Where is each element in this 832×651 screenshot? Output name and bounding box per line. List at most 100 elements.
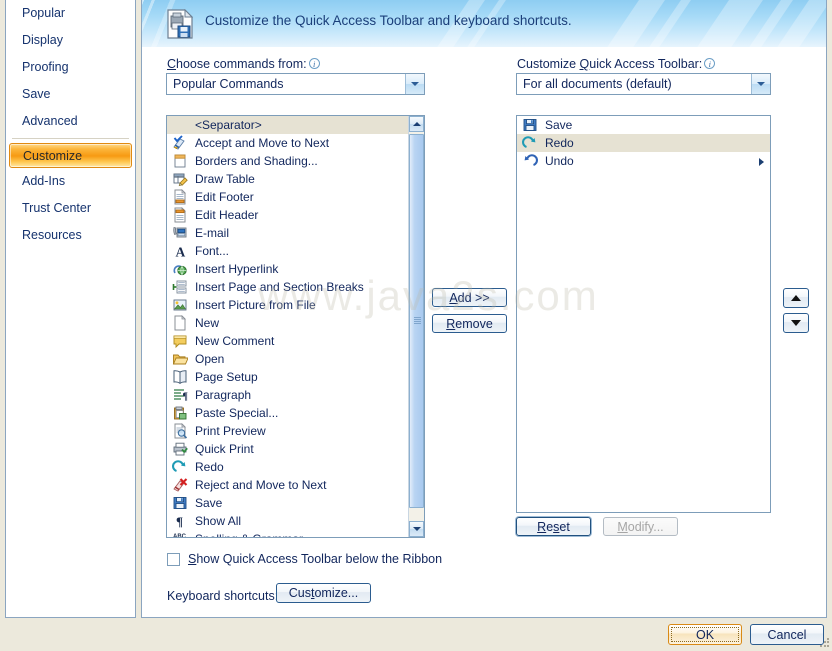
list-item-label: Print Preview — [195, 424, 266, 438]
list-item[interactable]: Redo — [517, 134, 770, 152]
quick-print-icon — [171, 441, 189, 457]
list-item-label: Paragraph — [195, 388, 252, 402]
list-item[interactable]: Quick Print — [167, 440, 424, 458]
list-item-label: Page Setup — [195, 370, 258, 384]
scroll-down-button[interactable] — [409, 521, 424, 537]
arrow-down-icon — [412, 527, 421, 531]
font-icon: A — [171, 243, 189, 260]
list-item[interactable]: Save — [167, 494, 424, 512]
scroll-up-button[interactable] — [409, 116, 424, 132]
list-item[interactable]: Insert Hyperlink — [167, 260, 424, 278]
redo-icon — [171, 459, 189, 475]
list-item[interactable]: Accept and Move to Next — [167, 134, 424, 152]
svg-text:A: A — [176, 245, 186, 260]
sidebar-item-resources[interactable]: Resources — [6, 222, 135, 249]
move-down-button[interactable] — [783, 313, 809, 333]
email-icon — [171, 225, 189, 241]
available-commands-listbox[interactable]: <Separator> Accept and Move to Next Border… — [166, 115, 425, 538]
list-item[interactable]: Undo — [517, 152, 770, 170]
chevron-down-icon[interactable] — [405, 74, 424, 94]
list-item[interactable]: Insert Picture from File — [167, 296, 424, 314]
picture-icon — [171, 297, 189, 313]
keyboard-customize-label: Customize... — [288, 586, 359, 600]
list-item[interactable]: Reject and Move to Next — [167, 476, 424, 494]
sidebar-item-customize[interactable]: Customize — [9, 143, 132, 168]
list-item[interactable]: Borders and Shading... — [167, 152, 424, 170]
sidebar-item-save[interactable]: Save — [6, 81, 135, 108]
list-item[interactable]: Save — [517, 116, 770, 134]
list-item[interactable]: <Separator> — [167, 116, 424, 134]
list-item-label: Insert Picture from File — [195, 298, 316, 312]
draw-table-icon — [171, 171, 189, 187]
sidebar-item-popular[interactable]: Popular — [6, 0, 135, 27]
commands-scrollbar[interactable] — [408, 116, 424, 537]
list-item[interactable]: ¶ Paragraph — [167, 386, 424, 404]
info-icon[interactable]: i — [308, 58, 320, 69]
cancel-button[interactable]: Cancel — [750, 624, 824, 645]
redo-icon — [521, 135, 539, 151]
sidebar-item-display[interactable]: Display — [6, 27, 135, 54]
draw-table-icon — [173, 173, 188, 187]
ok-button[interactable]: OK — [668, 624, 742, 645]
sidebar-item-label: Resources — [22, 228, 82, 242]
list-item[interactable]: Print Preview — [167, 422, 424, 440]
add-button[interactable]: Add >> — [432, 288, 507, 307]
remove-button[interactable]: Remove — [432, 314, 507, 333]
reset-button[interactable]: Reset — [516, 517, 591, 536]
borders-shading-icon — [174, 154, 186, 168]
modify-button[interactable]: Modify... — [603, 517, 678, 536]
cancel-button-label: Cancel — [767, 627, 807, 642]
scrollbar-thumb[interactable] — [409, 134, 424, 508]
show-qat-below-ribbon-checkbox[interactable] — [167, 552, 180, 566]
list-item[interactable]: Open — [167, 350, 424, 368]
list-item[interactable]: Page Setup — [167, 368, 424, 386]
sidebar-item-label: Advanced — [22, 114, 78, 128]
list-item[interactable]: Redo — [167, 458, 424, 476]
resize-grip-icon[interactable] — [819, 638, 829, 648]
list-item[interactable]: Edit Header — [167, 206, 424, 224]
list-item[interactable]: Paste Special... — [167, 404, 424, 422]
paste-special-icon — [171, 405, 189, 421]
email-icon — [173, 227, 187, 238]
chevron-down-icon[interactable] — [751, 74, 770, 94]
sidebar-item-trust-center[interactable]: Trust Center — [6, 195, 135, 222]
edit-header-icon — [174, 207, 186, 223]
paragraph-icon: ¶ — [171, 387, 189, 403]
list-item[interactable]: ¶ Show All — [167, 512, 424, 530]
choose-commands-from-value: Popular Commands — [173, 77, 284, 91]
open-folder-icon — [171, 351, 189, 367]
list-item[interactable]: New Comment — [167, 332, 424, 350]
choose-commands-from-dropdown[interactable]: Popular Commands — [166, 73, 425, 95]
list-item[interactable]: Insert Page and Section Breaks — [167, 278, 424, 296]
keyboard-customize-button[interactable]: Customize... — [276, 583, 371, 603]
list-item[interactable]: Edit Footer — [167, 188, 424, 206]
move-up-button[interactable] — [783, 288, 809, 308]
undo-icon — [524, 154, 538, 166]
show-qat-below-ribbon-row[interactable]: Show Quick Access Toolbar below the Ribb… — [167, 552, 442, 566]
list-item-label: Insert Hyperlink — [195, 262, 279, 276]
list-item[interactable]: E-mail — [167, 224, 424, 242]
customize-qat-scope-dropdown[interactable]: For all documents (default) — [516, 73, 771, 95]
page-break-icon — [172, 280, 187, 294]
page-setup-icon — [171, 369, 189, 385]
open-folder-icon — [172, 354, 188, 365]
reset-button-label: Reset — [537, 519, 570, 534]
qat-items-listbox[interactable]: Save Redo Undo — [516, 115, 771, 513]
show-all-icon: ¶ — [171, 513, 189, 529]
sidebar-item-advanced[interactable]: Advanced — [6, 108, 135, 135]
keyboard-shortcuts-label: Keyboard shortcuts: — [167, 589, 279, 603]
list-item[interactable]: ABC Spelling & Grammar... — [167, 530, 424, 537]
modify-button-label: Modify... — [617, 519, 664, 534]
accept-change-icon — [171, 135, 189, 151]
list-item[interactable]: Draw Table — [167, 170, 424, 188]
print-preview-icon — [171, 423, 189, 439]
sidebar-item-add-ins[interactable]: Add-Ins — [6, 168, 135, 195]
list-item[interactable]: New — [167, 314, 424, 332]
submenu-arrow-icon[interactable] — [759, 158, 764, 166]
list-item[interactable]: A Font... — [167, 242, 424, 260]
info-icon[interactable]: i — [704, 58, 716, 69]
sidebar-item-proofing[interactable]: Proofing — [6, 54, 135, 81]
list-item-label: Save — [195, 496, 223, 510]
paste-special-icon — [174, 406, 187, 420]
list-item-label: Insert Page and Section Breaks — [195, 280, 364, 294]
